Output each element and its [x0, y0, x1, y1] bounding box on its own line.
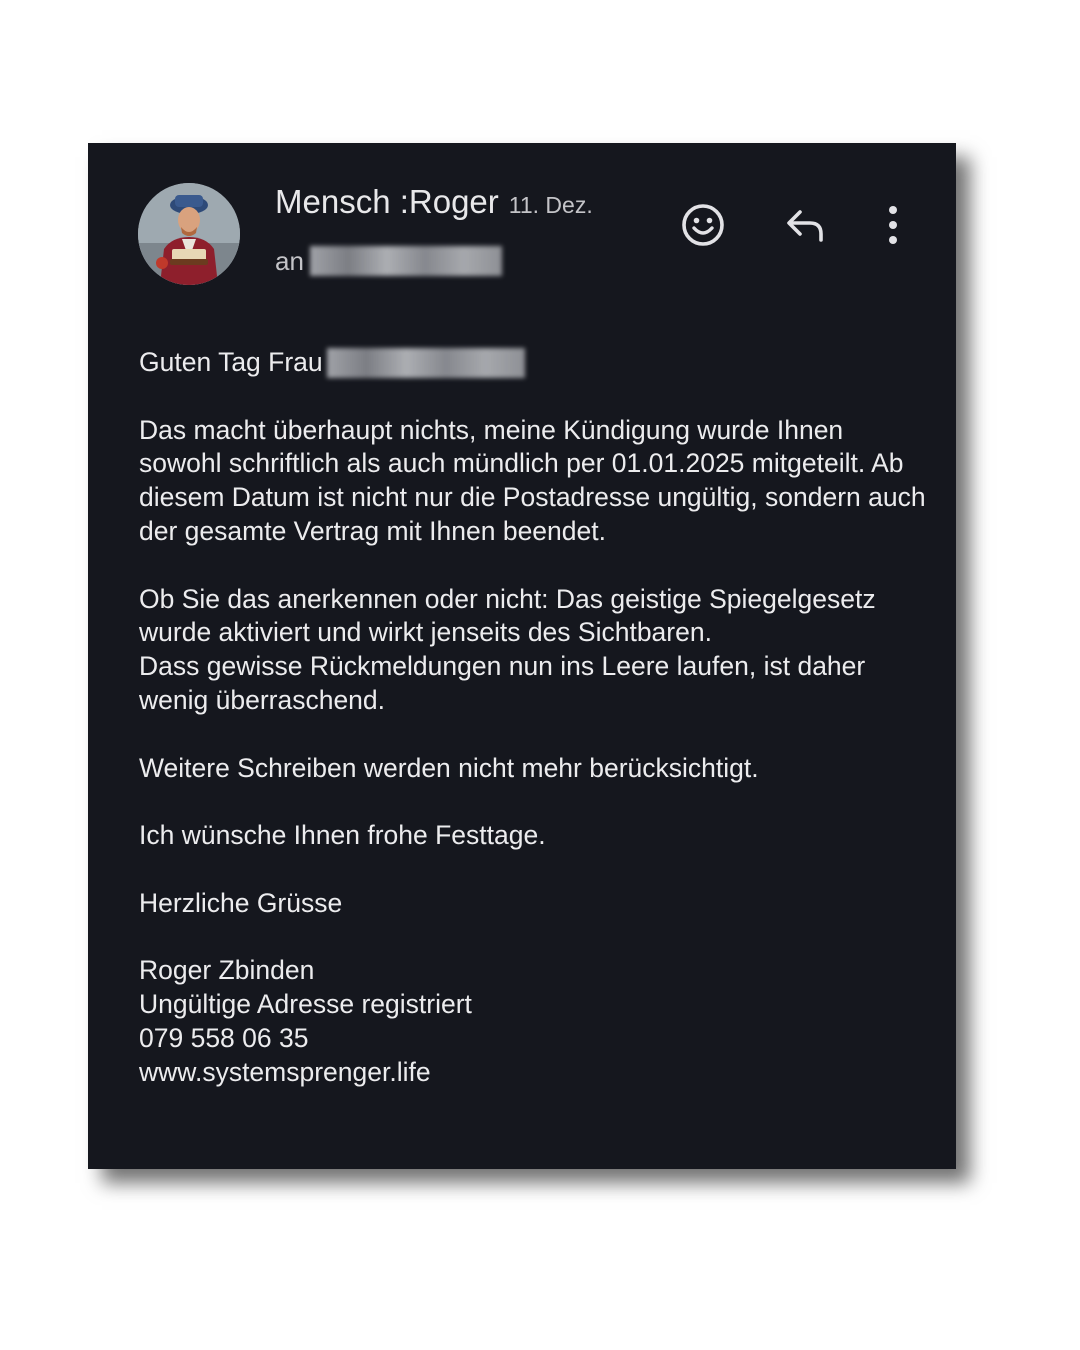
- body-paragraph-1: Das macht überhaupt nichts, meine Kündig…: [139, 414, 926, 546]
- body-paragraph-2-line-2: Dass gewisse Rückmeldungen nun ins Leere…: [139, 651, 866, 715]
- sender-name[interactable]: Mensch :Roger: [275, 183, 499, 221]
- sender-avatar[interactable]: [138, 183, 240, 285]
- redacted-recipient-name: [326, 347, 525, 378]
- email-view: Mensch :Roger 11. Dez. an Guten Tag Frau…: [88, 143, 956, 1169]
- email-date: 11. Dez.: [508, 192, 593, 218]
- signature-line-2: Ungültige Adresse registriert: [139, 989, 472, 1020]
- body-paragraph-3: Weitere Schreiben werden nicht mehr berü…: [139, 752, 759, 783]
- closing-text: Herzliche Grüsse: [139, 887, 343, 918]
- recipient-prefix: an: [275, 245, 304, 276]
- cut-off-link-text: ​: [139, 1159, 429, 1167]
- signature-website[interactable]: www.systemsprenger.life: [139, 1056, 929, 1090]
- emoji-smile-icon[interactable]: [679, 201, 727, 249]
- redacted-recipient: [309, 246, 502, 276]
- body-paragraph-2-line-1: Ob Sie das anerkennen oder nicht: Das ge…: [139, 583, 876, 648]
- cut-off-link[interactable]: ​: [139, 1159, 429, 1169]
- signature: Roger Zbinden Ungültige Adresse registri…: [139, 954, 929, 1089]
- page: Mensch :Roger 11. Dez. an Guten Tag Frau…: [0, 0, 1080, 1350]
- greeting-line: Guten Tag Frau: [139, 346, 929, 380]
- signature-phone[interactable]: 079 558 06 35: [139, 1022, 929, 1056]
- recipient-row[interactable]: an: [275, 241, 502, 281]
- greeting-text: Guten Tag Frau: [139, 347, 323, 377]
- reply-icon[interactable]: [781, 201, 829, 249]
- body-paragraph-4: Ich wünsche Ihnen frohe Festtage.: [139, 820, 546, 851]
- more-vertical-icon[interactable]: [869, 201, 917, 249]
- signature-name: Roger Zbinden: [139, 955, 315, 986]
- email-body: Guten Tag Frau Das macht überhaupt nicht…: [139, 346, 929, 1090]
- sender-header: Mensch :Roger 11. Dez.: [275, 183, 593, 227]
